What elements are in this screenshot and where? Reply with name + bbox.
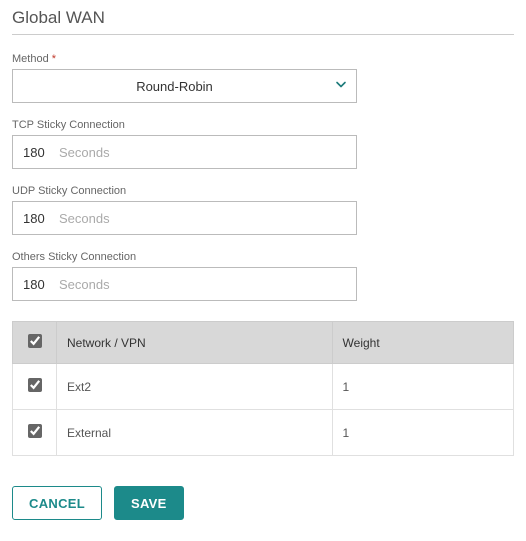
header-network: Network / VPN — [57, 322, 333, 364]
save-button[interactable]: SAVE — [114, 486, 184, 520]
others-sticky-input[interactable] — [23, 277, 53, 292]
row-checkbox-cell — [13, 364, 57, 410]
others-sticky-input-wrap[interactable]: Seconds — [12, 267, 357, 301]
header-weight: Weight — [332, 322, 513, 364]
method-select-value: Round-Robin — [136, 79, 213, 94]
udp-sticky-input-wrap[interactable]: Seconds — [12, 201, 357, 235]
row-checkbox-cell — [13, 410, 57, 456]
udp-sticky-unit: Seconds — [59, 211, 110, 226]
table-row: Ext2 1 — [13, 364, 514, 410]
network-table: Network / VPN Weight Ext2 1 External 1 — [12, 321, 514, 456]
row-checkbox[interactable] — [28, 378, 42, 392]
tcp-sticky-unit: Seconds — [59, 145, 110, 160]
table-row: External 1 — [13, 410, 514, 456]
row-network: External — [57, 410, 333, 456]
udp-sticky-label: UDP Sticky Connection — [12, 185, 514, 197]
required-star-icon: * — [52, 53, 56, 65]
others-sticky-label: Others Sticky Connection — [12, 251, 514, 263]
tcp-sticky-input[interactable] — [23, 145, 53, 160]
page-title: Global WAN — [12, 8, 514, 35]
method-label: Method * — [12, 53, 514, 65]
row-network: Ext2 — [57, 364, 333, 410]
udp-sticky-input[interactable] — [23, 211, 53, 226]
others-sticky-unit: Seconds — [59, 277, 110, 292]
tcp-sticky-label: TCP Sticky Connection — [12, 119, 514, 131]
others-sticky-field: Others Sticky Connection Seconds — [12, 251, 514, 301]
udp-sticky-field: UDP Sticky Connection Seconds — [12, 185, 514, 235]
method-select[interactable]: Round-Robin — [12, 69, 357, 103]
table-header-row: Network / VPN Weight — [13, 322, 514, 364]
row-checkbox[interactable] — [28, 424, 42, 438]
method-field: Method * Round-Robin — [12, 53, 514, 103]
cancel-button[interactable]: CANCEL — [12, 486, 102, 520]
method-label-text: Method — [12, 53, 49, 65]
tcp-sticky-input-wrap[interactable]: Seconds — [12, 135, 357, 169]
tcp-sticky-field: TCP Sticky Connection Seconds — [12, 119, 514, 169]
button-row: CANCEL SAVE — [12, 486, 514, 520]
header-checkbox-cell — [13, 322, 57, 364]
select-all-checkbox[interactable] — [28, 334, 42, 348]
row-weight: 1 — [332, 410, 513, 456]
method-select-wrap: Round-Robin — [12, 69, 357, 103]
row-weight: 1 — [332, 364, 513, 410]
